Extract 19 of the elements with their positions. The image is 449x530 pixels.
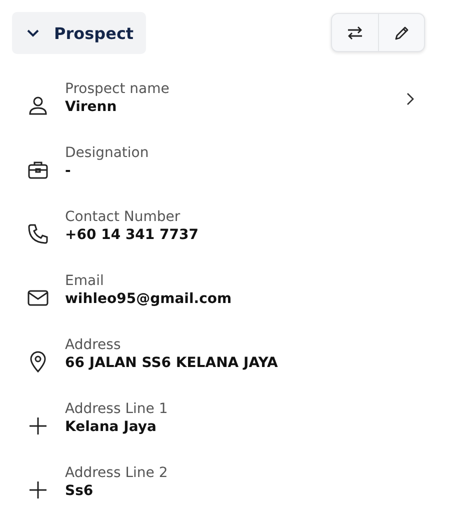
field-label: Address Line 2 — [65, 465, 169, 481]
field-label: Designation — [65, 145, 150, 161]
section-toggle[interactable]: Prospect — [12, 12, 146, 54]
field-label: Address Line 1 — [65, 401, 169, 417]
chevron-right-icon[interactable] — [405, 92, 415, 106]
pencil-icon — [394, 24, 410, 40]
field-label: Contact Number — [65, 209, 182, 225]
field-value: Ss6 — [65, 483, 94, 499]
field-label: Prospect name — [65, 81, 170, 97]
field-value: - — [65, 163, 72, 179]
field-value: Virenn — [65, 99, 118, 115]
field-value: 66 JALAN SS6 KELANA JAYA — [65, 355, 279, 371]
swap-arrows-icon — [346, 24, 364, 40]
field-value: Kelana Jaya — [65, 419, 158, 435]
field-value: +60 14 341 7737 — [65, 227, 200, 243]
phone-icon — [26, 222, 50, 246]
field-value: wihleo95@gmail.com — [65, 291, 233, 307]
field-label: Email — [65, 273, 105, 289]
field-label: Address — [65, 337, 122, 353]
